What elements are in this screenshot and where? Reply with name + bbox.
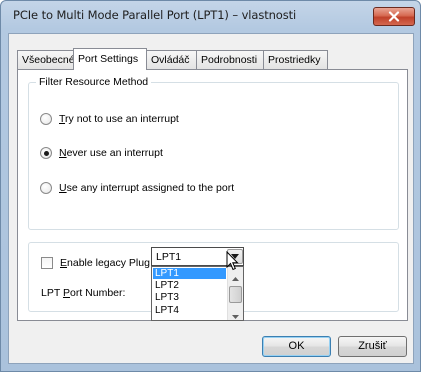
- group-legend: Filter Resource Method: [36, 76, 152, 88]
- close-button[interactable]: [373, 7, 415, 26]
- tab-general[interactable]: Všeobecné: [17, 50, 75, 69]
- dropdown-scrollbar[interactable]: [227, 267, 243, 320]
- radio-button-checked[interactable]: [40, 147, 52, 159]
- cancel-button[interactable]: Zrušiť: [338, 336, 407, 357]
- list-item[interactable]: LPT4: [153, 305, 226, 316]
- properties-window: PCIe to Multi Mode Parallel Port (LPT1) …: [0, 0, 421, 372]
- list-item[interactable]: LPT2: [153, 280, 226, 291]
- window-title: PCIe to Multi Mode Parallel Port (LPT1) …: [13, 8, 297, 22]
- list-item[interactable]: LPT1: [153, 268, 226, 279]
- radio-button[interactable]: [40, 182, 52, 194]
- radio-try-not-interrupt[interactable]: Try not to use an interrupt: [40, 112, 179, 126]
- lpt-port-number-label: LPT Port Number:: [41, 287, 126, 299]
- list-item[interactable]: LPT3: [153, 292, 226, 303]
- legacy-pnp-checkbox[interactable]: [41, 257, 53, 269]
- mouse-cursor-icon: [226, 250, 239, 274]
- radio-never-interrupt[interactable]: Never use an interrupt: [40, 146, 163, 160]
- dialog-client-area: Všeobecné Port Settings Ovládáč Podrobno…: [8, 33, 414, 364]
- title-bar[interactable]: PCIe to Multi Mode Parallel Port (LPT1) …: [1, 1, 420, 29]
- tab-resources[interactable]: Prostriedky: [263, 50, 328, 69]
- tab-port-settings[interactable]: Port Settings: [73, 48, 147, 70]
- radio-button[interactable]: [40, 113, 52, 125]
- lpt-port-dropdown-list[interactable]: LPT1 LPT2 LPT3 LPT4: [151, 266, 244, 321]
- scrollbar-thumb[interactable]: [229, 286, 242, 303]
- tab-strip: Všeobecné Port Settings Ovládáč Podrobno…: [17, 48, 409, 70]
- scroll-down-icon[interactable]: [232, 310, 239, 322]
- tab-details[interactable]: Podrobnosti: [196, 50, 264, 69]
- tab-driver[interactable]: Ovládáč: [146, 50, 197, 69]
- radio-any-interrupt[interactable]: Use any interrupt assigned to the port: [40, 181, 234, 195]
- filter-resource-method-group: Filter Resource Method Try not to use an…: [28, 76, 399, 230]
- ok-button[interactable]: OK: [262, 336, 331, 357]
- combobox-value: LPT1: [156, 251, 182, 263]
